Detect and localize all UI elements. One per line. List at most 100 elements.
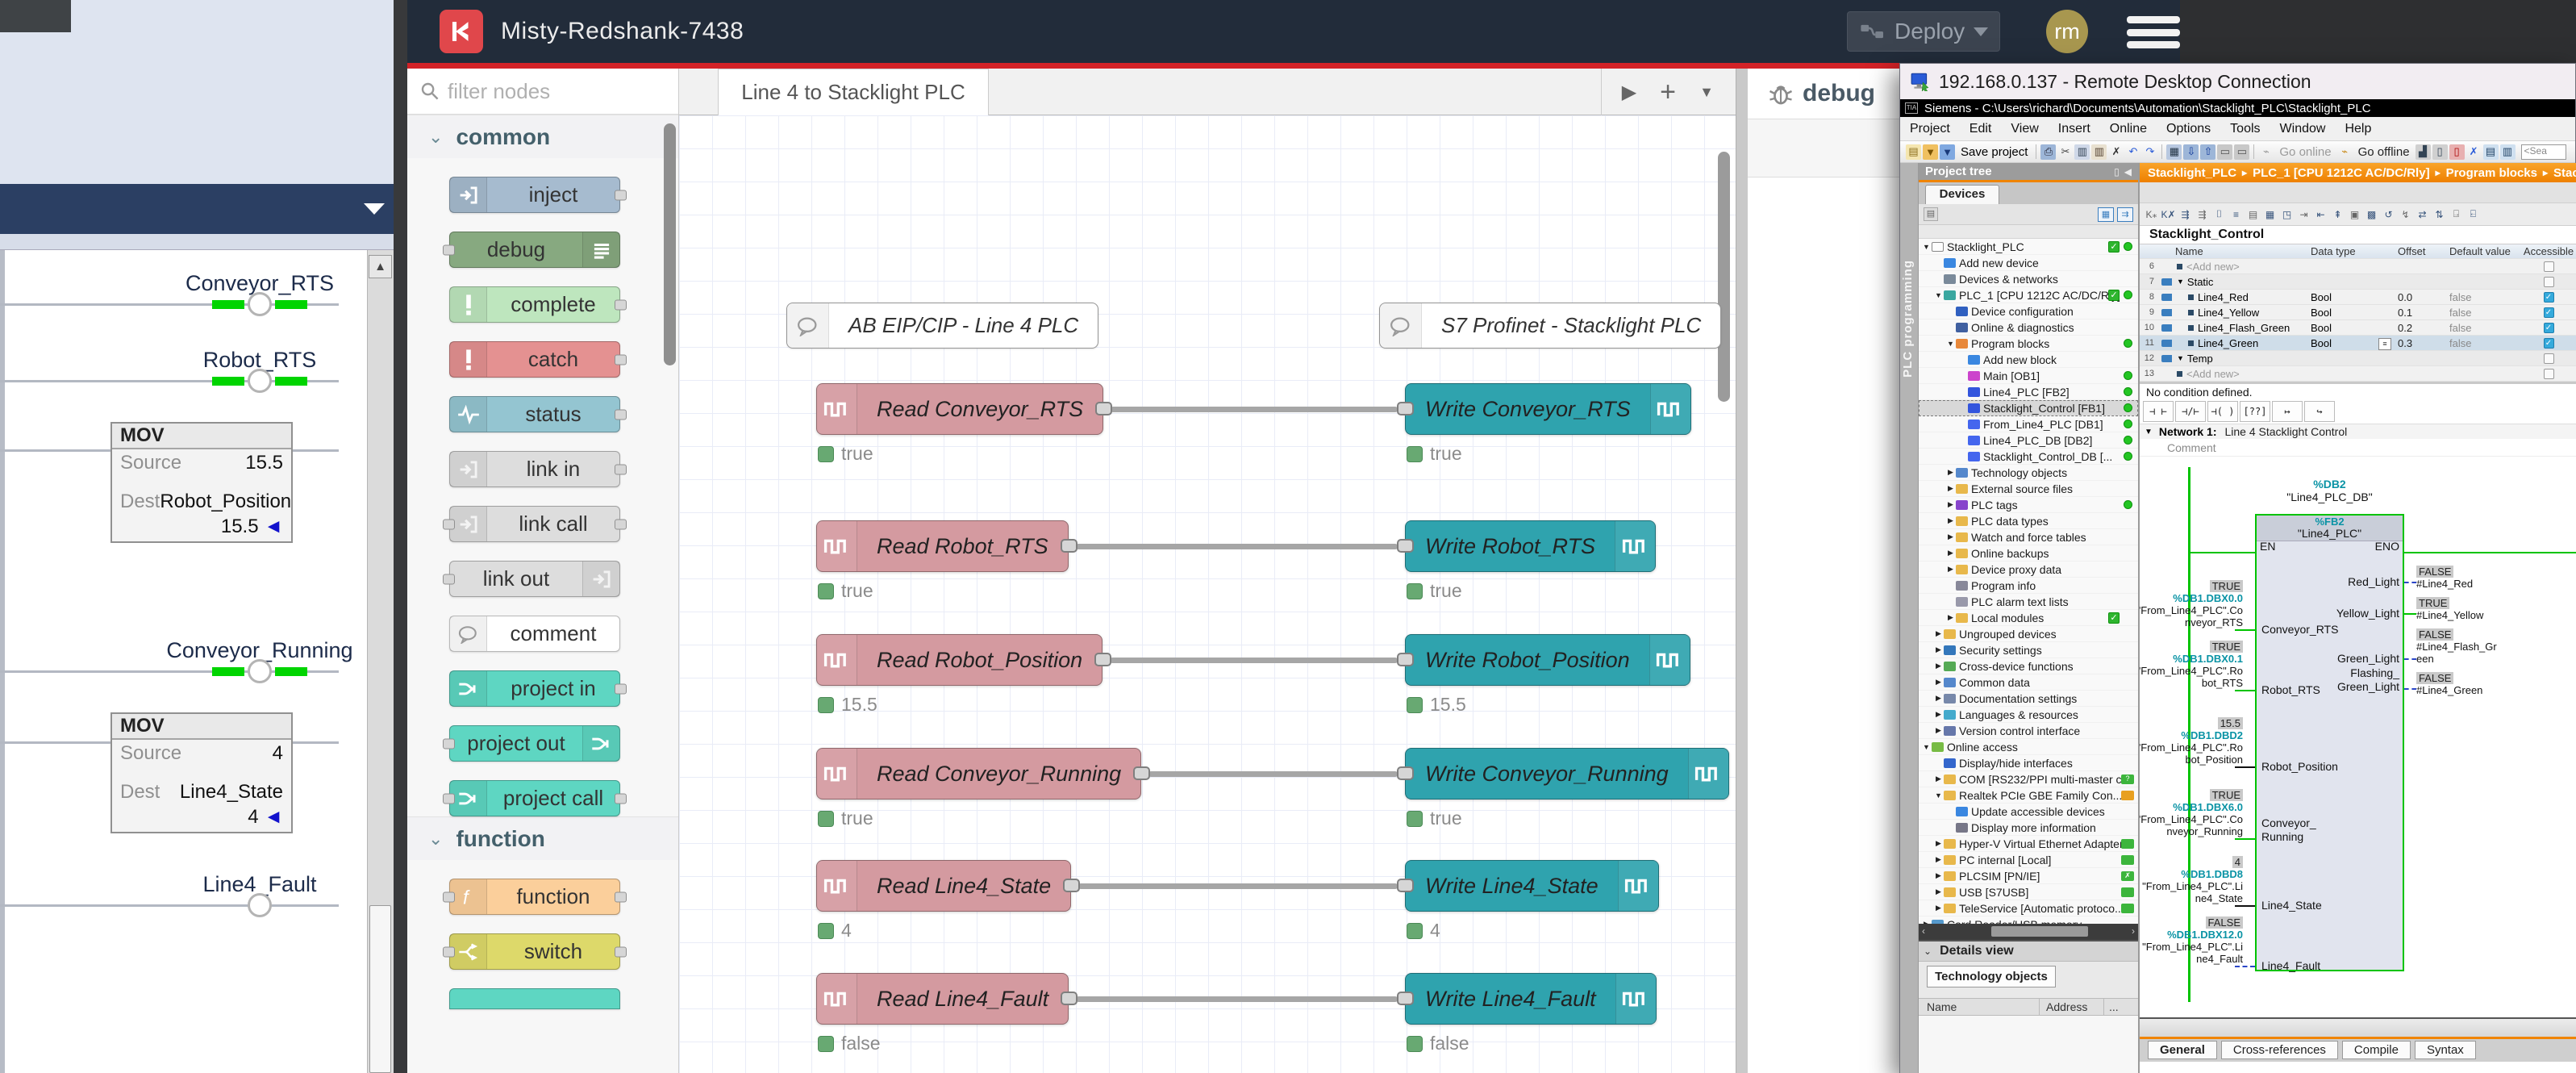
tree-item[interactable]: ▶Watch and force tables [1919, 529, 2138, 545]
checkbox-empty[interactable] [2544, 277, 2554, 287]
wire-output-port[interactable] [1063, 879, 1080, 892]
tree-item[interactable]: From_Line4_PLC [DB1] [1919, 416, 2138, 432]
node-output-port[interactable] [615, 683, 627, 694]
toolbar-icon[interactable]: ▭ [2234, 144, 2249, 160]
toolbar-save-label[interactable]: Save project [1961, 145, 2028, 159]
editor-toolbar-icon[interactable]: ▦ [2262, 207, 2278, 222]
toolbar-icon[interactable]: ⎙ [2040, 144, 2056, 160]
read-node[interactable]: Read Conveyor_Running [816, 748, 1141, 800]
checkbox-checked[interactable]: ✓ [2544, 323, 2554, 333]
tree-item[interactable]: ▼Realtek PCIe GBE Family Con... [1919, 787, 2138, 804]
expand-closed-icon[interactable]: ▶ [1946, 532, 1955, 541]
tab-list-icon[interactable]: ▶ [1610, 81, 1649, 104]
flow-canvas[interactable]: AB EIP/CIP - Line 4 PLCS7 Profinet - Sta… [679, 115, 1736, 1073]
cell-accessible[interactable]: ✓ [2520, 292, 2576, 303]
read-node[interactable]: Read Line4_State [816, 860, 1071, 912]
cell-accessible[interactable] [2520, 261, 2576, 272]
table-row[interactable]: 9Line4_YellowBool0.1false✓ [2140, 305, 2576, 320]
toolbar-icon[interactable]: ⇩ [2183, 144, 2199, 160]
wire-input-port[interactable] [1397, 539, 1414, 553]
comment-node[interactable]: AB EIP/CIP - Line 4 PLC [786, 303, 1098, 349]
menu-view[interactable]: View [2011, 122, 2038, 136]
tree-filter-icon[interactable]: ▤ [1924, 207, 1938, 221]
expand-closed-icon[interactable]: ▶ [1934, 662, 1943, 670]
palette-node-comment[interactable]: comment [449, 616, 620, 652]
tree-item[interactable]: ▶Hyper-V Virtual Ethernet Adapter [1919, 836, 2138, 852]
tia-titlebar[interactable]: TIA Siemens - C:\Users\richard\Documents… [1900, 99, 2575, 117]
node-output-port[interactable] [615, 354, 627, 365]
mov-instruction[interactable]: MOVSource15.5DestRobot_Position15.5 ◄ [110, 422, 293, 543]
write-node[interactable]: Write Conveyor_Running [1405, 748, 1729, 800]
tree-item[interactable]: ▶TeleService [Automatic protoco... [1919, 900, 2138, 916]
add-flow-icon[interactable]: + [1649, 77, 1687, 108]
menu-project[interactable]: Project [1910, 122, 1950, 136]
ladder-coil[interactable] [212, 292, 307, 316]
toolbar-icon[interactable]: ✗ [2108, 144, 2124, 160]
node-input-port[interactable] [443, 244, 455, 255]
section-chevron-icon[interactable]: ⌄ [428, 829, 443, 850]
tree-item[interactable]: ▶PLC tags [1919, 497, 2138, 513]
tree-item[interactable]: Stacklight_Control [FB1] [1919, 400, 2138, 416]
toolbar-icon[interactable]: ⌁ [2258, 144, 2274, 160]
toolbar-icon[interactable]: ▥ [2500, 144, 2516, 160]
tree-item[interactable]: ▶PLCSIM [PN/IE]✗ [1919, 868, 2138, 884]
toolbar-icon[interactable]: ▯ [2432, 144, 2448, 160]
write-node[interactable]: Write Robot_RTS [1405, 520, 1656, 572]
toolbar-icon[interactable]: ▥ [2091, 144, 2107, 160]
checkbox-checked[interactable]: ✓ [2544, 292, 2554, 303]
toolbar-icon[interactable]: ↷ [2142, 144, 2157, 160]
panel-collapse-icon[interactable]: ◀ [2124, 166, 2132, 177]
menu-options[interactable]: Options [2166, 122, 2211, 136]
toolbar-icon[interactable]: ⇧ [2200, 144, 2215, 160]
node-output-port[interactable] [615, 519, 627, 529]
ladder-scrollbar-thumb[interactable] [369, 905, 391, 1073]
breadcrumb-item[interactable]: Stacklight_PLC [2148, 166, 2236, 180]
project-tree-hscrollbar[interactable]: ‹ › [1919, 924, 2138, 940]
lad-instruction-button[interactable]: ↦ [2272, 401, 2303, 422]
toolbar-go-offline[interactable]: Go offline [2358, 145, 2410, 159]
tree-item[interactable]: Stacklight_Control_DB [... [1919, 449, 2138, 465]
expand-closed-icon[interactable]: ▶ [1934, 871, 1943, 880]
toolbar-go-online[interactable]: Go online [2279, 145, 2331, 159]
expand-open-icon[interactable]: ▼ [1922, 243, 1931, 251]
ladder-scroll-up-icon[interactable]: ▲ [369, 255, 392, 278]
tree-item[interactable]: ▶Technology objects [1919, 465, 2138, 481]
toolbar-icon[interactable]: ▼ [1923, 144, 1938, 160]
expand-closed-icon[interactable]: ▶ [1934, 887, 1943, 896]
inspector-tab-general[interactable]: General [2148, 1041, 2217, 1059]
tree-item[interactable]: Line4_PLC_DB [DB2] [1919, 432, 2138, 449]
tree-item[interactable]: ▼Program blocks [1919, 336, 2138, 352]
editor-toolbar-icon[interactable]: ⇤ [2313, 207, 2328, 222]
editor-toolbar-icon[interactable]: ≡ [2228, 207, 2244, 222]
node-input-port[interactable] [443, 738, 455, 749]
table-row[interactable]: 11Line4_GreenBool≡0.3false✓ [2140, 336, 2576, 351]
node-input-port[interactable] [443, 574, 455, 584]
deploy-button[interactable]: Deploy [1847, 11, 2000, 52]
cell-name[interactable]: <Add new> [2175, 261, 2307, 273]
canvas-scrollbar-thumb[interactable] [1718, 152, 1730, 402]
network-comment[interactable]: Comment [2140, 439, 2576, 457]
node-input-port[interactable] [443, 519, 455, 529]
lad-instruction-button[interactable]: ⊣( ) [2207, 401, 2238, 422]
write-node[interactable]: Write Conveyor_RTS [1405, 383, 1691, 435]
toolbar-icon[interactable]: ⌁ [2337, 144, 2353, 160]
details-view-header[interactable]: ⌄ Details view [1919, 940, 2138, 962]
palette-node-function[interactable]: ffunction [449, 879, 620, 915]
breadcrumb-item[interactable]: Stacklight_Co [2553, 166, 2576, 180]
palette-node-project call[interactable]: project call [449, 780, 620, 816]
expand-open-icon[interactable]: ▼ [1934, 291, 1943, 299]
tree-item[interactable]: ▼Stacklight_PLC✓ [1919, 239, 2138, 255]
tree-item[interactable]: ▶Cross-device functions [1919, 658, 2138, 674]
read-node[interactable]: Read Robot_RTS [816, 520, 1069, 572]
tree-item[interactable]: ▶PLC data types [1919, 513, 2138, 529]
lad-instruction-button[interactable]: ⊣ ⊢ [2143, 401, 2174, 422]
expand-closed-icon[interactable]: ▶ [1934, 726, 1943, 735]
network-row[interactable]: ▼ Network 1: Line 4 Stacklight Control [2140, 424, 2576, 439]
table-row[interactable]: 13<Add new> [2140, 366, 2576, 382]
column-header-default-value[interactable]: Default value [2446, 245, 2520, 257]
tree-item[interactable]: ▶COM [RS232/PPI multi-master c...? [1919, 771, 2138, 787]
palette-section-function[interactable]: ⌄function [407, 816, 678, 860]
editor-toolbar-icon[interactable]: ↺ [2381, 207, 2396, 222]
tree-item[interactable]: Display more information [1919, 820, 2138, 836]
expand-closed-icon[interactable]: ▶ [1946, 565, 1955, 574]
